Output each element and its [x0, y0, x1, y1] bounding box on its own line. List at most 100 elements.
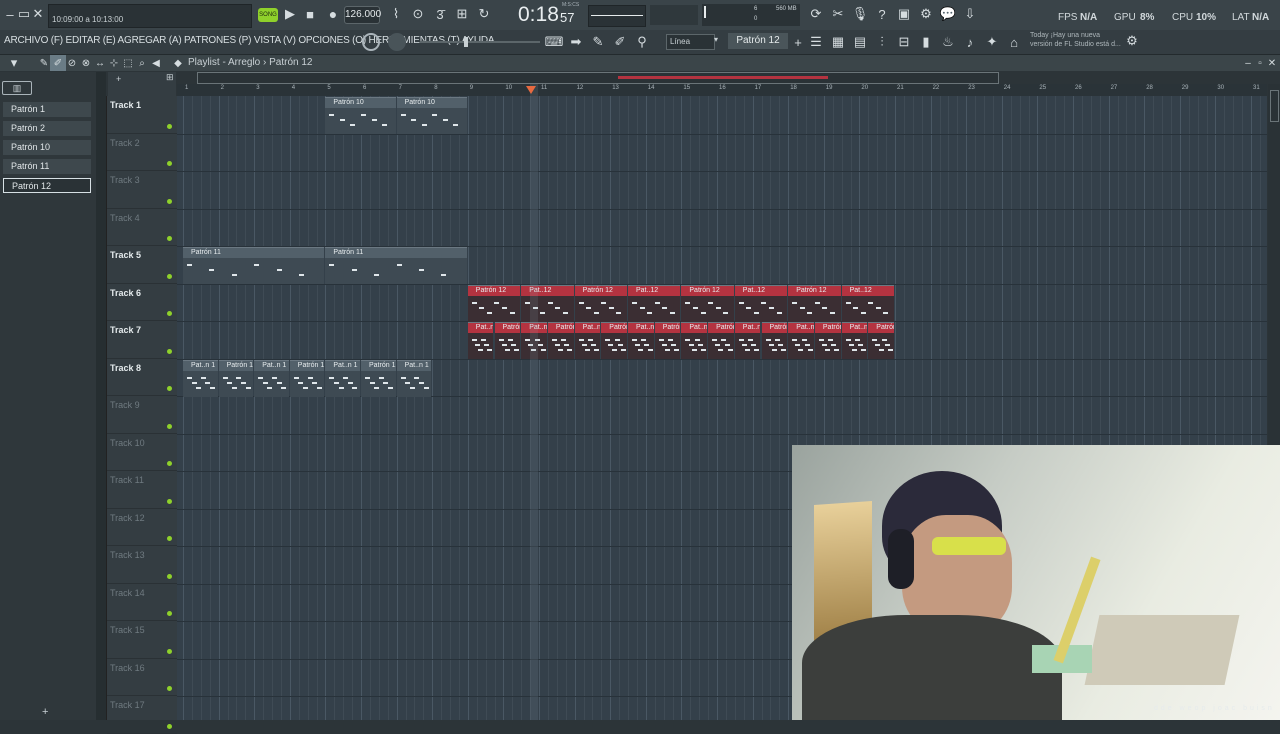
pattern-item[interactable]: Patrón 10	[3, 140, 91, 155]
track-mute-led[interactable]	[167, 123, 172, 129]
track-mute-led[interactable]	[167, 686, 172, 691]
arrangement-arrow-icon[interactable]: ◆	[170, 55, 186, 71]
horizontal-scrollbar[interactable]	[197, 72, 999, 84]
pattern-clip[interactable]: Pat..n 2	[841, 322, 868, 359]
track-mute-led[interactable]	[167, 311, 172, 316]
track-mute-led[interactable]	[167, 236, 172, 241]
countdown-icon[interactable]: 3̄	[432, 6, 448, 22]
track-header[interactable]: Track 6	[107, 284, 177, 321]
pattern-clip[interactable]: Patrón 1	[218, 359, 254, 397]
track-mute-led[interactable]	[167, 498, 172, 504]
close-icon[interactable]: ✕	[30, 6, 46, 22]
pattern-clip[interactable]: Pat..n 2	[734, 322, 761, 359]
plugin-picker-icon[interactable]: ▮	[918, 34, 934, 50]
pattern-selector[interactable]: Patrón 12	[728, 33, 788, 49]
pattern-clip[interactable]: Patrón 2	[708, 322, 734, 359]
browser-icon[interactable]: ⊟	[896, 34, 912, 50]
track-header[interactable]: Track 3	[107, 171, 177, 209]
tool-playback-icon[interactable]: ◀	[148, 55, 164, 71]
track-header[interactable]: Track 10	[107, 434, 177, 471]
pattern-clip[interactable]: Pat..n 2	[628, 322, 654, 359]
plugin-icon[interactable]: ⚙	[918, 6, 934, 22]
pattern-clip[interactable]: Patrón 12	[467, 284, 521, 322]
snap-select[interactable]: Línea	[666, 34, 715, 50]
piano-roll-icon[interactable]: ▤	[852, 34, 868, 50]
pitch-knob-icon[interactable]	[388, 33, 406, 51]
panel-divider[interactable]	[96, 72, 106, 720]
pattern-item[interactable]: Patrón 2	[3, 121, 91, 136]
pattern-clip[interactable]: Patrón 2	[761, 322, 788, 359]
pattern-clip[interactable]: Patrón 12	[681, 284, 734, 322]
metronome-icon[interactable]: ⌇	[388, 6, 404, 22]
track-header[interactable]: Track 2	[107, 134, 177, 171]
brush-icon[interactable]: ✐	[612, 34, 628, 50]
pattern-clip[interactable]: Patrón 2	[547, 322, 574, 359]
performance-icon[interactable]: ✦	[984, 34, 1000, 50]
track-header[interactable]: Track 5	[107, 246, 177, 284]
pattern-item-selected[interactable]: Patrón 12	[3, 178, 91, 193]
scroll-thumb[interactable]	[618, 76, 828, 79]
track-header[interactable]: Track 15	[107, 621, 177, 659]
track-mute-led[interactable]	[167, 423, 172, 429]
settings-icon[interactable]: ⚙	[1124, 33, 1140, 49]
pattern-clip[interactable]: Pat..12	[841, 284, 894, 322]
playlist-close-icon[interactable]: ✕	[1264, 55, 1280, 71]
pattern-clip[interactable]: Pat..n 2	[681, 322, 708, 359]
timeline-ruler[interactable]: 1 2 3 4 5 6 7 8 9 10 11 12 13 14 15 16 17 18 19 20 21 22 23 24 2…	[177, 84, 1267, 96]
pattern-clip[interactable]: Patrón 2	[814, 322, 841, 359]
add-pattern-icon[interactable]: +	[790, 34, 806, 50]
track-mute-led[interactable]	[167, 161, 172, 166]
vscroll-thumb[interactable]	[1270, 90, 1279, 122]
pattern-clip[interactable]: Pat..n 1	[396, 359, 432, 397]
pattern-clip[interactable]: Pat..n 1	[183, 359, 218, 397]
pattern-clip[interactable]: Pat..n 2	[788, 322, 814, 359]
pattern-clip[interactable]: Pat..n 1	[254, 359, 289, 397]
add-pattern-plus-icon[interactable]: +	[42, 706, 48, 718]
arrow-down-icon[interactable]: ▾	[6, 55, 22, 71]
pattern-clip[interactable]: Patrón 11	[325, 247, 467, 284]
track-header[interactable]: Track 11	[107, 471, 177, 509]
master-pitch-slider[interactable]	[420, 37, 540, 47]
pattern-clip[interactable]: Patrón 10	[325, 97, 396, 134]
arrow-icon[interactable]: ➡	[568, 34, 584, 50]
track-mute-led[interactable]	[167, 348, 172, 354]
stamp-icon[interactable]: ⚲	[634, 34, 650, 50]
track-header[interactable]: Track 8	[107, 359, 177, 396]
cut-icon[interactable]: ✂	[830, 6, 846, 22]
track-header[interactable]: Track 9	[107, 396, 177, 434]
track-header[interactable]: Track 17	[107, 696, 177, 734]
pattern-clip[interactable]: Patrón 2	[868, 322, 894, 359]
play-icon[interactable]: ▶	[282, 6, 298, 22]
pattern-clip[interactable]: Patrón 1	[361, 359, 396, 397]
pattern-clip[interactable]: Patrón 2	[494, 322, 521, 359]
news-line-1[interactable]: Today ¡Hay una nueva	[1030, 32, 1100, 39]
pattern-clip[interactable]: Pat..n 2	[467, 322, 494, 359]
keyboard-grid-icon[interactable]: ⊞	[166, 72, 174, 83]
track-mute-led[interactable]	[167, 386, 172, 391]
pattern-clip[interactable]: Pat..n 2	[574, 322, 601, 359]
track-header[interactable]: Track 12	[107, 509, 177, 546]
tempo-display[interactable]: 126.000	[344, 6, 381, 24]
pattern-clip[interactable]: Pat..12	[734, 284, 788, 322]
track-header[interactable]: Track 13	[107, 546, 177, 584]
stop-icon[interactable]: ■	[302, 6, 318, 22]
playlist-icon[interactable]: ☰	[808, 34, 824, 50]
typing-keyboard-icon[interactable]: ⌨	[545, 34, 564, 50]
song-mode-button[interactable]: SONG	[258, 8, 278, 22]
pattern-clip[interactable]: Patrón 1	[289, 359, 325, 397]
time-display[interactable]: 0:18	[518, 3, 559, 27]
loop-record-icon[interactable]: ↻	[476, 6, 492, 22]
step-edit-icon[interactable]: ⊞	[454, 6, 470, 22]
pattern-clip[interactable]: Patrón 12	[788, 284, 841, 322]
cpu-dial-icon[interactable]	[362, 33, 380, 51]
track-header[interactable]: Track 4	[107, 209, 177, 246]
channel-rack-icon[interactable]: ▦	[830, 34, 846, 50]
pattern-item[interactable]: Patrón 11	[3, 159, 91, 174]
news-line-2[interactable]: versión de FL Studio está d...	[1030, 41, 1121, 48]
refresh-icon[interactable]: ⟳	[808, 6, 824, 22]
track-header[interactable]: Track 1	[107, 96, 177, 134]
download-icon[interactable]: ⇩	[962, 6, 978, 22]
track-mute-led[interactable]	[167, 611, 172, 616]
pattern-clip[interactable]: Patrón 2	[601, 322, 627, 359]
pattern-clip[interactable]: Patrón 11	[183, 247, 325, 284]
